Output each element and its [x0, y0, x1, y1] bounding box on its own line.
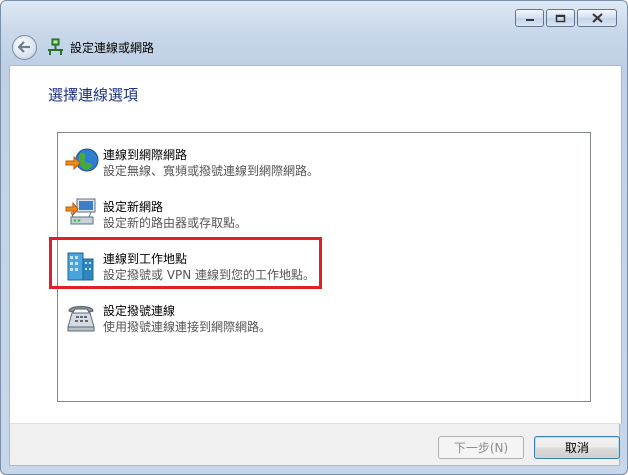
close-icon: [591, 13, 603, 23]
close-button[interactable]: [577, 9, 617, 27]
navigation-bar: 設定連線或網路: [12, 34, 154, 60]
option-description: 使用撥號連線連接到網際網路。: [103, 320, 272, 334]
content-panel: 選擇連線選項 連線到網際網路 設定無線、寬頻或撥號連線到網際網路。 設定新網路 …: [9, 65, 622, 424]
cancel-button[interactable]: 取消: [534, 436, 620, 459]
option-setup-dialup[interactable]: 設定撥號連線 使用撥號連線連接到網際網路。: [63, 299, 271, 335]
globe-connect-icon: [65, 148, 99, 172]
dialog-window: 設定連線或網路 選擇連線選項 連線到網際網路 設定無線、寬頻或撥號連線到網際網路…: [0, 0, 628, 475]
minimize-button[interactable]: [515, 9, 544, 27]
network-setup-icon: [48, 38, 63, 55]
option-connect-internet[interactable]: 連線到網際網路 設定無線、寬頻或撥號連線到網際網路。: [63, 143, 319, 179]
highlight-annotation: [49, 237, 322, 289]
window-title: 設定連線或網路: [70, 40, 155, 55]
back-button[interactable]: [12, 34, 37, 60]
option-title: 設定撥號連線: [103, 304, 176, 318]
page-heading: 選擇連線選項: [48, 86, 139, 104]
router-icon: [65, 198, 96, 225]
minimize-icon: [525, 19, 534, 21]
option-title: 連線到網際網路: [103, 148, 188, 162]
maximize-button[interactable]: [546, 9, 575, 27]
dialup-phone-icon: [67, 306, 95, 332]
maximize-icon: [555, 14, 566, 22]
back-arrow-icon: [18, 41, 30, 53]
option-setup-network[interactable]: 設定新網路 設定新的路由器或存取點。: [63, 195, 247, 231]
caption-buttons: [515, 9, 617, 27]
dialog-footer: 下一步(N) 取消: [9, 423, 620, 466]
option-description: 設定新的路由器或存取點。: [103, 216, 248, 230]
next-button[interactable]: 下一步(N): [438, 436, 524, 459]
option-description: 設定無線、寬頻或撥號連線到網際網路。: [103, 164, 320, 178]
option-title: 設定新網路: [103, 200, 164, 214]
